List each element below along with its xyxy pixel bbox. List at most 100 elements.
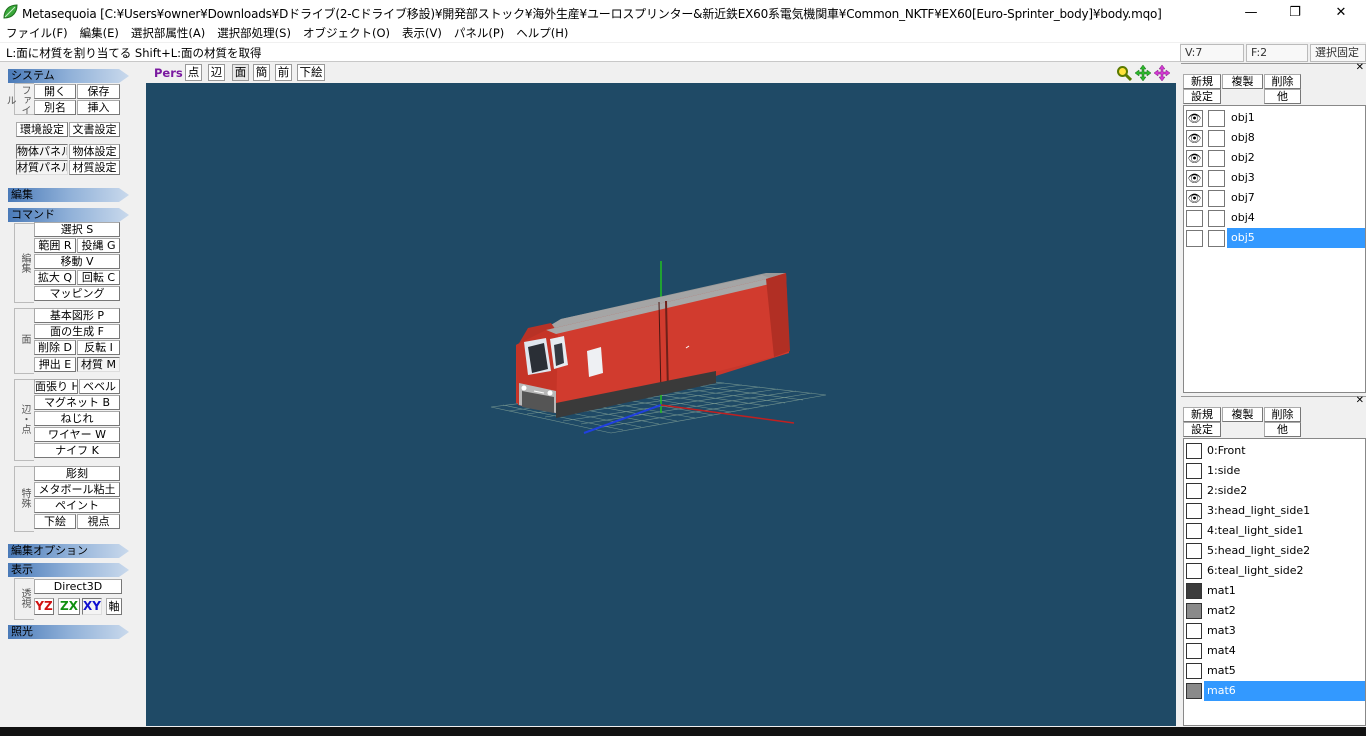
object-other-button[interactable]: 他 <box>1264 89 1301 104</box>
yz-view-button[interactable]: YZ <box>34 598 54 615</box>
section-system[interactable]: システム <box>8 69 129 83</box>
object-copy-button[interactable]: 複製 <box>1222 74 1263 89</box>
mapping-button[interactable]: マッピング <box>34 286 120 301</box>
point-mode-button[interactable]: 点 <box>185 64 202 81</box>
extrude-button[interactable]: 押出 E <box>34 357 76 372</box>
zoom-icon[interactable] <box>1116 65 1132 81</box>
object-name[interactable]: obj1 <box>1227 108 1365 128</box>
save-button[interactable]: 保存 <box>77 84 120 99</box>
material-row[interactable]: 2:side2 <box>1184 481 1365 501</box>
select-button[interactable]: 選択 S <box>34 222 120 237</box>
material-name[interactable]: mat3 <box>1204 621 1365 641</box>
menu-panel[interactable]: パネル(P) <box>448 25 510 41</box>
eye-icon[interactable]: 👁 <box>1186 150 1203 167</box>
lock-icon[interactable] <box>1208 150 1225 167</box>
object-name[interactable]: obj8 <box>1227 128 1365 148</box>
material-name[interactable]: 1:side <box>1204 461 1365 481</box>
zx-view-button[interactable]: ZX <box>58 598 80 615</box>
selection-lock-button[interactable]: 選択固定 <box>1310 44 1366 62</box>
material-name[interactable]: 2:side2 <box>1204 481 1365 501</box>
menu-selection-attr[interactable]: 選択部属性(A) <box>125 25 211 41</box>
xy-view-button[interactable]: XY <box>82 598 102 615</box>
material-row[interactable]: 6:teal_light_side2 <box>1184 561 1365 581</box>
object-name[interactable]: obj5 <box>1227 228 1365 248</box>
menu-selection-process[interactable]: 選択部処理(S) <box>211 25 297 41</box>
direct3d-button[interactable]: Direct3D <box>34 579 122 594</box>
material-swatch[interactable] <box>1186 603 1202 619</box>
eye-hidden-icon[interactable] <box>1186 230 1203 247</box>
object-name[interactable]: obj2 <box>1227 148 1365 168</box>
material-settings-button[interactable]: 設定 <box>1183 422 1221 437</box>
menu-help[interactable]: ヘルプ(H) <box>510 25 574 41</box>
material-swatch[interactable] <box>1186 523 1202 539</box>
bevel-button[interactable]: ベベル <box>79 379 120 394</box>
object-settings-button[interactable]: 物体設定 <box>69 144 120 159</box>
3d-viewport[interactable] <box>146 83 1176 726</box>
lock-icon[interactable] <box>1208 210 1225 227</box>
rotate-button[interactable]: 回転 C <box>77 270 120 285</box>
material-swatch[interactable] <box>1186 663 1202 679</box>
material-row-selected[interactable]: mat6 <box>1184 681 1365 701</box>
material-name[interactable]: 0:Front <box>1204 441 1365 461</box>
maximize-button[interactable]: ❐ <box>1272 0 1318 24</box>
material-swatch[interactable] <box>1186 643 1202 659</box>
object-settings-button[interactable]: 設定 <box>1183 89 1221 104</box>
material-name[interactable]: mat5 <box>1204 661 1365 681</box>
perspective-label[interactable]: Pers <box>154 66 183 80</box>
section-lighting[interactable]: 照光 <box>8 625 129 639</box>
section-edit[interactable]: 編集 <box>8 188 129 202</box>
material-name[interactable]: 6:teal_light_side2 <box>1204 561 1365 581</box>
lasso-button[interactable]: 投縄 G <box>77 238 120 253</box>
object-row-selected[interactable]: obj5 <box>1184 228 1365 248</box>
material-name[interactable]: 4:teal_light_side1 <box>1204 521 1365 541</box>
knife-button[interactable]: ナイフ K <box>34 443 120 458</box>
material-swatch[interactable] <box>1186 583 1202 599</box>
move-view-icon[interactable] <box>1135 65 1151 81</box>
face-mode-button[interactable]: 面 <box>232 64 249 81</box>
material-row[interactable]: mat3 <box>1184 621 1365 641</box>
minimize-button[interactable]: — <box>1228 0 1274 24</box>
material-tool-button[interactable]: 材質 M <box>77 357 120 372</box>
lock-icon[interactable] <box>1208 130 1225 147</box>
doc-settings-button[interactable]: 文書設定 <box>69 122 120 137</box>
material-other-button[interactable]: 他 <box>1264 422 1301 437</box>
insert-button[interactable]: 挿入 <box>77 100 120 115</box>
material-row[interactable]: 1:side <box>1184 461 1365 481</box>
scale-button[interactable]: 拡大 Q <box>34 270 76 285</box>
front-mode-button[interactable]: 前 <box>275 64 292 81</box>
material-settings-button[interactable]: 材質設定 <box>69 160 120 175</box>
underlay-button[interactable]: 下絵 <box>34 514 76 529</box>
object-row[interactable]: 👁 obj3 <box>1184 168 1365 188</box>
menu-view[interactable]: 表示(V) <box>396 25 448 41</box>
flip-button[interactable]: 反転 I <box>77 340 120 355</box>
object-row[interactable]: 👁 obj2 <box>1184 148 1365 168</box>
material-swatch[interactable] <box>1186 563 1202 579</box>
material-name[interactable]: 3:head_light_side1 <box>1204 501 1365 521</box>
material-swatch[interactable] <box>1186 683 1202 699</box>
eye-icon[interactable]: 👁 <box>1186 110 1203 127</box>
section-display[interactable]: 表示 <box>8 563 129 577</box>
paint-button[interactable]: ペイント <box>34 498 120 513</box>
face-fill-button[interactable]: 面張り H <box>34 379 78 394</box>
axis-toggle-button[interactable]: 軸 <box>106 598 122 615</box>
material-swatch[interactable] <box>1186 623 1202 639</box>
section-command[interactable]: コマンド <box>8 208 129 222</box>
twist-button[interactable]: ねじれ <box>34 411 120 426</box>
material-panel-toggle[interactable]: 材質パネル <box>16 160 68 175</box>
save-as-button[interactable]: 別名 <box>34 100 76 115</box>
material-name[interactable]: mat6 <box>1204 681 1365 701</box>
material-name[interactable]: mat1 <box>1204 581 1365 601</box>
object-panel-toggle[interactable]: 物体パネル <box>16 144 68 159</box>
material-row[interactable]: 4:teal_light_side1 <box>1184 521 1365 541</box>
close-button[interactable]: ✕ <box>1318 0 1364 24</box>
material-new-button[interactable]: 新規 <box>1183 407 1221 422</box>
object-name[interactable]: obj7 <box>1227 188 1365 208</box>
wire-button[interactable]: ワイヤー W <box>34 427 120 442</box>
object-row[interactable]: 👁 obj8 <box>1184 128 1365 148</box>
menu-file[interactable]: ファイル(F) <box>0 25 74 41</box>
range-button[interactable]: 範囲 R <box>34 238 76 253</box>
lock-icon[interactable] <box>1208 190 1225 207</box>
material-swatch[interactable] <box>1186 443 1202 459</box>
material-delete-button[interactable]: 削除 <box>1264 407 1301 422</box>
material-row[interactable]: 5:head_light_side2 <box>1184 541 1365 561</box>
